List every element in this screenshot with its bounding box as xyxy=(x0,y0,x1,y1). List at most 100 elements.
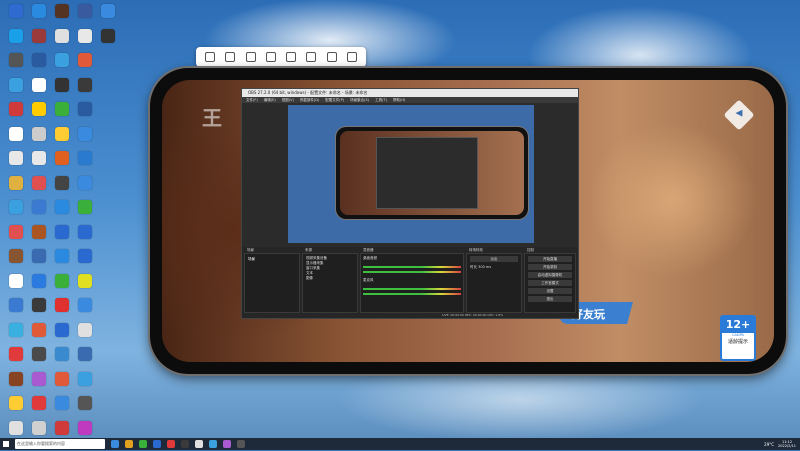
obs-menu-item[interactable]: 帮助(H) xyxy=(393,97,405,103)
taskbar-app-icon[interactable] xyxy=(223,440,231,448)
age-rating-badge: 12+ CADPA 适龄提示 xyxy=(720,315,756,361)
record-icon[interactable] xyxy=(265,52,276,62)
app-icon xyxy=(32,371,46,386)
taskbar-app-icon[interactable] xyxy=(237,440,245,448)
preview-phone xyxy=(336,127,528,219)
taskbar-apps xyxy=(105,440,245,448)
scene-item[interactable]: 场景 xyxy=(245,254,299,265)
obs-menu-item[interactable]: 文件(F) xyxy=(246,97,258,103)
speaker-icon: ◀ xyxy=(735,108,743,119)
speaker-button[interactable]: ◀ xyxy=(723,99,755,131)
mixer-header: 混音器 xyxy=(363,248,374,252)
app-icon xyxy=(32,396,46,410)
app-icon xyxy=(55,151,69,165)
app-icon xyxy=(55,322,69,337)
obs-menu-item[interactable]: 配置文件(P) xyxy=(325,97,344,103)
select-icon[interactable] xyxy=(205,52,216,62)
app-icon xyxy=(9,322,23,337)
taskbar-app-icon[interactable] xyxy=(125,440,133,448)
taskbar-app-icon[interactable] xyxy=(181,440,189,448)
app-icon xyxy=(55,396,69,410)
virtual-camera-button[interactable]: 启动虚拟摄像机 xyxy=(528,272,572,278)
app-icon xyxy=(9,371,23,386)
screenshot-icon[interactable] xyxy=(245,52,256,62)
start-recording-button[interactable]: 开始录制 xyxy=(528,264,572,270)
duration-input[interactable]: 300 ms xyxy=(478,265,491,269)
app-icon xyxy=(32,298,46,312)
settings-button[interactable]: 设置 xyxy=(528,288,572,294)
controls-panel: 控制 开始直播 开始录制 启动虚拟摄像机 工作室模式 设置 退出 xyxy=(524,248,576,313)
camera-icon[interactable] xyxy=(225,52,236,62)
app-icon xyxy=(55,347,69,361)
obs-menu-item[interactable]: 场景集合(S) xyxy=(350,97,369,103)
taskbar-app-icon[interactable] xyxy=(153,440,161,448)
app-icon xyxy=(9,77,23,92)
app-icon xyxy=(78,200,92,214)
taskbar-search[interactable]: 在这里输入你要搜索的内容 xyxy=(15,439,105,449)
studio-mode-button[interactable]: 工作室模式 xyxy=(528,280,572,286)
app-icon xyxy=(9,126,23,141)
start-button[interactable] xyxy=(0,438,12,450)
taskbar: 在这里输入你要搜索的内容 29°C 11:12 2022/2/11 xyxy=(0,438,800,450)
app-icon xyxy=(32,4,46,18)
app-icon xyxy=(32,175,46,190)
obs-menu-item[interactable]: 视图(V) xyxy=(282,97,294,103)
desktop-icon[interactable] xyxy=(96,28,120,59)
app-icon xyxy=(55,175,69,190)
transitions-panel: 转场特效 淡出 时长 300 ms xyxy=(466,248,522,313)
desktop: 王 ◀ 好友玩 12+ CADPA 适龄提示 OBS 27.2.0 (64 bi… xyxy=(0,0,800,438)
obs-status-bar: LIVE: 00:00:00 REC: 00:00:00 CPU: 1.8% xyxy=(442,313,504,317)
app-icon xyxy=(55,420,69,435)
controls-header: 控制 xyxy=(527,248,534,252)
app-icon xyxy=(55,298,69,312)
windows-icon xyxy=(3,441,9,447)
app-icon xyxy=(55,224,69,239)
app-icon xyxy=(55,249,69,263)
app-icon xyxy=(78,298,92,312)
obs-menu-item[interactable]: 编辑(E) xyxy=(264,97,276,103)
headset-icon[interactable] xyxy=(326,52,337,62)
app-icon xyxy=(78,53,92,67)
game-logo: 王 xyxy=(202,106,222,130)
cart-icon[interactable] xyxy=(346,52,357,62)
clock[interactable]: 11:12 2022/2/11 xyxy=(778,440,796,448)
taskbar-app-icon[interactable] xyxy=(195,440,203,448)
app-icon xyxy=(78,77,92,92)
transition-select[interactable]: 淡出 xyxy=(470,256,518,262)
obs-menu-bar: 文件(F) 编辑(E) 视图(V) 停靠部件(D) 配置文件(P) 场景集合(S… xyxy=(242,97,578,103)
start-streaming-button[interactable]: 开始直播 xyxy=(528,256,572,262)
app-icon xyxy=(9,224,23,239)
app-icon xyxy=(78,273,92,288)
volume-slider[interactable] xyxy=(363,271,461,273)
app-icon xyxy=(9,151,23,165)
system-tray: 29°C 11:12 2022/2/11 xyxy=(764,438,796,450)
taskbar-app-icon[interactable] xyxy=(167,440,175,448)
screen-icon[interactable] xyxy=(286,52,297,62)
app-icon xyxy=(55,102,69,116)
obs-menu-item[interactable]: 工具(T) xyxy=(375,97,387,103)
weather-temperature[interactable]: 29°C xyxy=(764,442,774,447)
source-item[interactable]: 图像 xyxy=(306,276,354,281)
mixer-track-label: 麦克风 xyxy=(363,278,374,282)
app-icon xyxy=(78,322,92,337)
scenes-panel: 场景 场景 xyxy=(244,248,300,313)
app-icon xyxy=(32,28,46,43)
volume-slider[interactable] xyxy=(363,293,461,295)
app-icon xyxy=(32,347,46,361)
obs-menu-item[interactable]: 停靠部件(D) xyxy=(300,97,319,103)
duration-label: 时长 xyxy=(470,265,477,269)
app-icon xyxy=(78,102,92,116)
taskbar-app-icon[interactable] xyxy=(139,440,147,448)
app-icon xyxy=(9,249,23,263)
age-rating-tip: 适龄提示 xyxy=(727,339,748,345)
transitions-header: 转场特效 xyxy=(469,248,483,252)
taskbar-app-icon[interactable] xyxy=(111,440,119,448)
app-icon xyxy=(32,151,46,165)
exit-button[interactable]: 退出 xyxy=(528,296,572,302)
mixer-panel: 混音器 桌面音频 麦克风 xyxy=(360,248,464,313)
taskbar-app-icon[interactable] xyxy=(209,440,217,448)
settings-icon[interactable] xyxy=(306,52,317,62)
app-icon xyxy=(55,273,69,288)
app-icon xyxy=(9,28,23,43)
obs-preview[interactable] xyxy=(288,105,534,243)
